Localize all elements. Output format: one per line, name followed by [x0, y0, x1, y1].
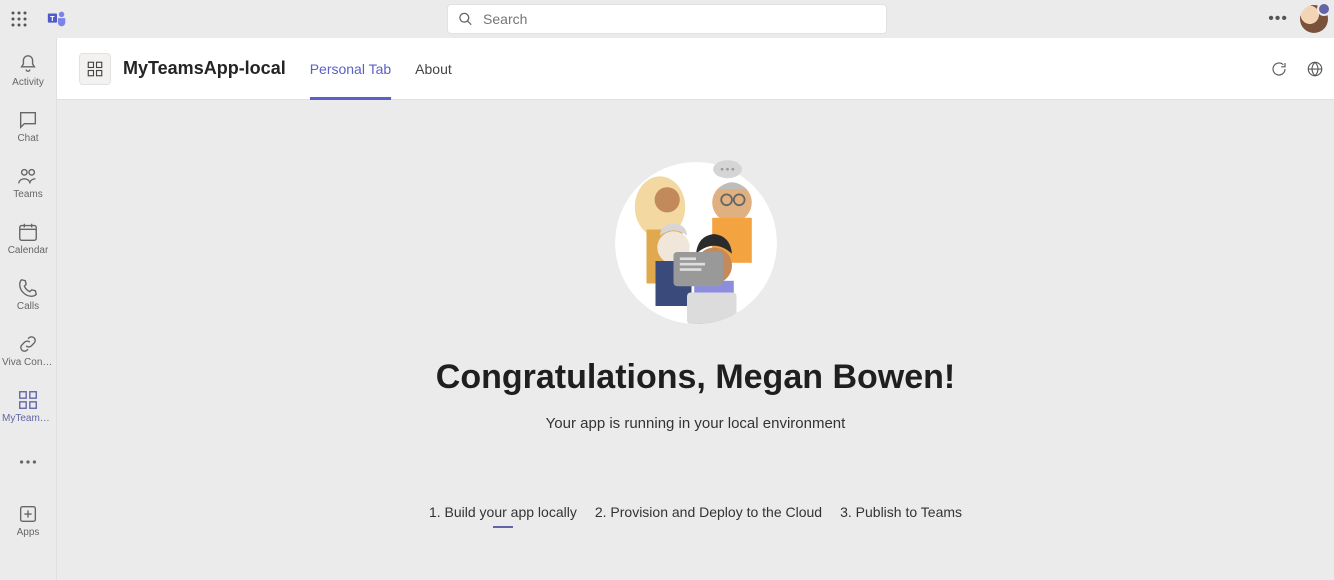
svg-text:T: T	[50, 14, 55, 23]
people-icon	[17, 165, 39, 187]
rail-more[interactable]	[0, 434, 57, 490]
chat-icon	[17, 109, 39, 131]
app-tiles-icon	[17, 389, 39, 411]
rail-teams[interactable]: Teams	[0, 154, 57, 210]
rail-myteamsapp[interactable]: MyTeamsA...	[0, 378, 57, 434]
rail-label: Apps	[17, 527, 40, 538]
tab-header: MyTeamsApp-local Personal Tab About	[57, 38, 1334, 100]
rail-label: Chat	[17, 133, 38, 144]
app-title: MyTeamsApp-local	[123, 58, 286, 79]
rail-viva[interactable]: Viva Conne...	[0, 322, 57, 378]
waffle-icon	[11, 11, 27, 27]
hero-subtitle: Your app is running in your local enviro…	[546, 415, 846, 432]
rail-label: Calendar	[8, 245, 49, 256]
app-icon	[79, 53, 111, 85]
reload-icon[interactable]	[1270, 60, 1288, 78]
search-icon	[458, 11, 473, 27]
rail-label: Activity	[12, 77, 44, 88]
globe-icon[interactable]	[1306, 60, 1324, 78]
app-rail: Activity Chat Teams Calendar Calls Viva …	[0, 38, 57, 580]
calendar-icon	[17, 221, 39, 243]
hero-illustration	[606, 148, 786, 338]
app-launcher-button[interactable]	[0, 0, 38, 38]
hero-title: Congratulations, Megan Bowen!	[436, 358, 955, 397]
search-input[interactable]	[483, 11, 876, 27]
steps-nav: 1. Build your app locally 2. Provision a…	[429, 504, 962, 524]
content-canvas: Congratulations, Megan Bowen! Your app i…	[57, 100, 1334, 580]
rail-chat[interactable]: Chat	[0, 98, 57, 154]
search-box[interactable]	[447, 4, 887, 34]
title-bar: T •••	[0, 0, 1334, 38]
user-avatar[interactable]	[1300, 5, 1328, 33]
rail-calls[interactable]: Calls	[0, 266, 57, 322]
rail-label: Viva Conne...	[2, 357, 54, 368]
rail-label: Teams	[13, 189, 42, 200]
rail-activity[interactable]: Activity	[0, 42, 57, 98]
app-tiles-icon	[86, 60, 104, 78]
rail-label: MyTeamsA...	[2, 413, 54, 424]
apps-plus-icon	[17, 503, 39, 525]
step-publish[interactable]: 3. Publish to Teams	[840, 504, 962, 524]
step-provision-deploy[interactable]: 2. Provision and Deploy to the Cloud	[595, 504, 822, 524]
ellipsis-icon	[17, 451, 39, 473]
bell-icon	[17, 53, 39, 75]
step-build-locally[interactable]: 1. Build your app locally	[429, 504, 577, 524]
rail-apps[interactable]: Apps	[0, 492, 57, 548]
tab-personal[interactable]: Personal Tab	[300, 38, 401, 100]
tab-about[interactable]: About	[405, 38, 462, 100]
more-options-button[interactable]: •••	[1264, 6, 1292, 32]
phone-icon	[17, 277, 39, 299]
rail-label: Calls	[17, 301, 39, 312]
teams-logo-icon: T	[46, 8, 68, 30]
link-icon	[17, 333, 39, 355]
rail-calendar[interactable]: Calendar	[0, 210, 57, 266]
